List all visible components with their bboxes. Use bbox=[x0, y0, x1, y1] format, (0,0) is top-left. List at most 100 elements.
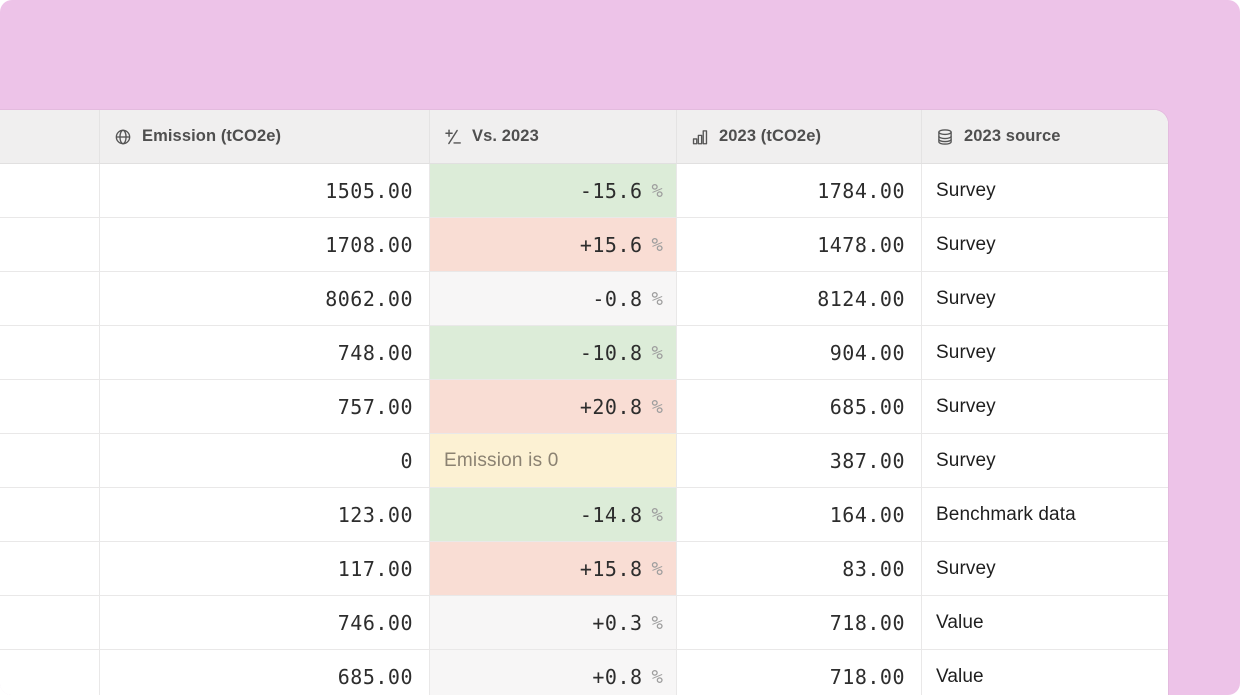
vs-2023-cell[interactable]: +20.8 % bbox=[430, 380, 677, 433]
row-handle-cell[interactable] bbox=[0, 542, 100, 595]
column-header-row-handle[interactable] bbox=[0, 110, 100, 163]
source-cell[interactable]: Benchmark data bbox=[922, 488, 1168, 541]
emission-cell[interactable]: 746.00 bbox=[100, 596, 430, 649]
row-handle-cell[interactable] bbox=[0, 596, 100, 649]
2023-value-cell[interactable]: 685.00 bbox=[677, 380, 922, 433]
column-header-2023-value[interactable]: 2023 (tCO2e) bbox=[677, 110, 922, 163]
vs-2023-cell[interactable]: -10.8 % bbox=[430, 326, 677, 379]
globe-icon bbox=[114, 128, 132, 146]
emission-cell[interactable]: 748.00 bbox=[100, 326, 430, 379]
emission-value: 123.00 bbox=[338, 503, 413, 527]
vs-2023-cell[interactable]: +15.8 % bbox=[430, 542, 677, 595]
column-header-label: Emission (tCO2e) bbox=[142, 127, 281, 146]
vs-2023-cell[interactable]: +0.8 % bbox=[430, 650, 677, 695]
column-header-vs-2023[interactable]: Vs. 2023 bbox=[430, 110, 677, 163]
2023-value-cell[interactable]: 1478.00 bbox=[677, 218, 922, 271]
column-header-2023-source[interactable]: 2023 source bbox=[922, 110, 1168, 163]
vs-2023-value: -14.8 bbox=[580, 503, 643, 527]
source-cell[interactable]: Survey bbox=[922, 272, 1168, 325]
percent-suffix: % bbox=[652, 504, 663, 526]
table-row: 757.00 +20.8 % 685.00 Survey bbox=[0, 380, 1168, 434]
table-row: 748.00 -10.8 % 904.00 Survey bbox=[0, 326, 1168, 380]
emission-cell[interactable]: 1505.00 bbox=[100, 164, 430, 217]
2023-value: 8124.00 bbox=[817, 287, 905, 311]
vs-2023-cell[interactable]: -15.6 % bbox=[430, 164, 677, 217]
2023-value-cell[interactable]: 83.00 bbox=[677, 542, 922, 595]
percent-suffix: % bbox=[652, 288, 663, 310]
emission-value: 117.00 bbox=[338, 557, 413, 581]
vs-2023-cell[interactable]: -14.8 % bbox=[430, 488, 677, 541]
row-handle-cell[interactable] bbox=[0, 434, 100, 487]
source-cell[interactable]: Survey bbox=[922, 326, 1168, 379]
emission-cell[interactable]: 0 bbox=[100, 434, 430, 487]
source-value: Survey bbox=[936, 342, 996, 364]
row-handle-cell[interactable] bbox=[0, 164, 100, 217]
vs-2023-value: +15.6 bbox=[580, 233, 643, 257]
row-handle-cell[interactable] bbox=[0, 380, 100, 433]
source-cell[interactable]: Survey bbox=[922, 218, 1168, 271]
2023-value-cell[interactable]: 718.00 bbox=[677, 596, 922, 649]
2023-value: 164.00 bbox=[830, 503, 905, 527]
emission-cell[interactable]: 1708.00 bbox=[100, 218, 430, 271]
column-header-label: 2023 (tCO2e) bbox=[719, 127, 821, 146]
column-header-emission[interactable]: Emission (tCO2e) bbox=[100, 110, 430, 163]
bar-chart-icon bbox=[691, 128, 709, 146]
emission-value: 8062.00 bbox=[325, 287, 413, 311]
vs-2023-cell[interactable]: -0.8 % bbox=[430, 272, 677, 325]
2023-value: 83.00 bbox=[842, 557, 905, 581]
row-handle-cell[interactable] bbox=[0, 488, 100, 541]
source-cell[interactable]: Survey bbox=[922, 434, 1168, 487]
table-row: 746.00 +0.3 % 718.00 Value bbox=[0, 596, 1168, 650]
table-row: 1505.00 -15.6 % 1784.00 Survey bbox=[0, 164, 1168, 218]
emission-cell[interactable]: 757.00 bbox=[100, 380, 430, 433]
source-value: Survey bbox=[936, 396, 996, 418]
2023-value-cell[interactable]: 1784.00 bbox=[677, 164, 922, 217]
emission-value: 748.00 bbox=[338, 341, 413, 365]
emission-value: 757.00 bbox=[338, 395, 413, 419]
vs-2023-value: +0.8 bbox=[592, 665, 642, 689]
emissions-table: Emission (tCO2e) Vs. 2023 2023 (tCO2e) bbox=[0, 110, 1168, 695]
emission-cell[interactable]: 123.00 bbox=[100, 488, 430, 541]
2023-value: 387.00 bbox=[830, 449, 905, 473]
source-value: Value bbox=[936, 612, 984, 634]
source-cell[interactable]: Survey bbox=[922, 164, 1168, 217]
plus-minus-icon bbox=[444, 128, 462, 146]
row-handle-cell[interactable] bbox=[0, 650, 100, 695]
emission-cell[interactable]: 8062.00 bbox=[100, 272, 430, 325]
table-row: 123.00 -14.8 % 164.00 Benchmark data bbox=[0, 488, 1168, 542]
percent-suffix: % bbox=[652, 558, 663, 580]
table-body: 1505.00 -15.6 % 1784.00 Survey 1708.00 +… bbox=[0, 164, 1168, 695]
percent-suffix: % bbox=[652, 612, 663, 634]
source-cell[interactable]: Value bbox=[922, 650, 1168, 695]
table-row: 685.00 +0.8 % 718.00 Value bbox=[0, 650, 1168, 695]
2023-value-cell[interactable]: 904.00 bbox=[677, 326, 922, 379]
row-handle-cell[interactable] bbox=[0, 272, 100, 325]
2023-value: 904.00 bbox=[830, 341, 905, 365]
source-cell[interactable]: Value bbox=[922, 596, 1168, 649]
2023-value-cell[interactable]: 8124.00 bbox=[677, 272, 922, 325]
source-value: Survey bbox=[936, 558, 996, 580]
vs-2023-cell[interactable]: +15.6 % bbox=[430, 218, 677, 271]
2023-value-cell[interactable]: 164.00 bbox=[677, 488, 922, 541]
percent-suffix: % bbox=[652, 396, 663, 418]
vs-2023-cell[interactable]: Emission is 0 bbox=[430, 434, 677, 487]
database-icon bbox=[936, 128, 954, 146]
percent-suffix: % bbox=[652, 234, 663, 256]
table-row: 0 Emission is 0 387.00 Survey bbox=[0, 434, 1168, 488]
vs-2023-value: -15.6 bbox=[580, 179, 643, 203]
emission-cell[interactable]: 685.00 bbox=[100, 650, 430, 695]
row-handle-cell[interactable] bbox=[0, 326, 100, 379]
vs-2023-value: -0.8 bbox=[592, 287, 642, 311]
2023-value-cell[interactable]: 718.00 bbox=[677, 650, 922, 695]
emission-value: 1708.00 bbox=[325, 233, 413, 257]
2023-value: 685.00 bbox=[830, 395, 905, 419]
2023-value: 1784.00 bbox=[817, 179, 905, 203]
vs-2023-cell[interactable]: +0.3 % bbox=[430, 596, 677, 649]
percent-suffix: % bbox=[652, 666, 663, 688]
row-handle-cell[interactable] bbox=[0, 218, 100, 271]
2023-value-cell[interactable]: 387.00 bbox=[677, 434, 922, 487]
column-header-label: Vs. 2023 bbox=[472, 127, 539, 146]
source-cell[interactable]: Survey bbox=[922, 380, 1168, 433]
emission-cell[interactable]: 117.00 bbox=[100, 542, 430, 595]
source-cell[interactable]: Survey bbox=[922, 542, 1168, 595]
